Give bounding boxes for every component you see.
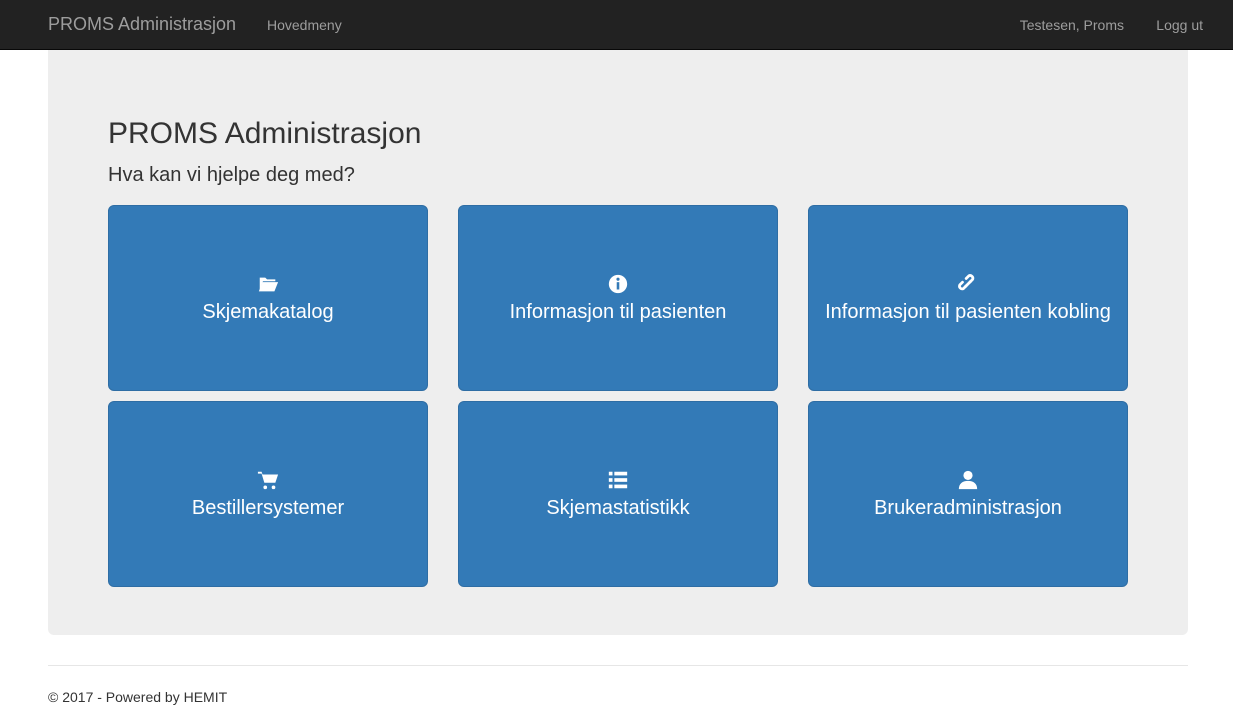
tile-skjemakatalog[interactable]: Skjemakatalog <box>108 205 428 391</box>
footer-divider <box>48 665 1188 666</box>
tile-skjemastatistikk[interactable]: Skjemastatistikk <box>458 401 778 587</box>
tile-label: Skjemastatistikk <box>546 497 690 519</box>
tile-bestillersystemer[interactable]: Bestillersystemer <box>108 401 428 587</box>
cart-icon <box>255 467 281 493</box>
page-subtitle: Hva kan vi hjelpe deg med? <box>108 164 355 186</box>
folder-open-icon <box>255 271 281 297</box>
tile-label: Informasjon til pasienten kobling <box>825 301 1111 323</box>
tile-label: Brukeradministrasjon <box>874 497 1062 519</box>
top-navbar: PROMS Administrasjon Hovedmeny Testesen,… <box>0 0 1233 50</box>
tile-brukeradministrasjon[interactable]: Brukeradministrasjon <box>808 401 1128 587</box>
info-icon <box>605 271 631 297</box>
tile-informasjon-til-pasienten[interactable]: Informasjon til pasienten <box>458 205 778 391</box>
main-panel: PROMS Administrasjon Hva kan vi hjelpe d… <box>48 50 1188 635</box>
user-icon <box>955 467 981 493</box>
tile-label: Informasjon til pasienten <box>509 301 727 323</box>
brand-link[interactable]: PROMS Administrasjon <box>48 13 236 35</box>
page-title: PROMS Administrasjon <box>108 117 422 150</box>
logout-link[interactable]: Logg ut <box>1156 16 1203 34</box>
tile-informasjon-til-pasienten-kobling[interactable]: Informasjon til pasienten kobling <box>808 205 1128 391</box>
user-name-link[interactable]: Testesen, Proms <box>1020 16 1124 34</box>
list-icon <box>605 467 631 493</box>
footer-text: © 2017 - Powered by HEMIT <box>48 689 228 705</box>
tile-label: Bestillersystemer <box>191 497 345 519</box>
tile-label: Skjemakatalog <box>202 301 334 323</box>
main-menu-link[interactable]: Hovedmeny <box>267 16 342 34</box>
link-icon <box>955 271 981 297</box>
